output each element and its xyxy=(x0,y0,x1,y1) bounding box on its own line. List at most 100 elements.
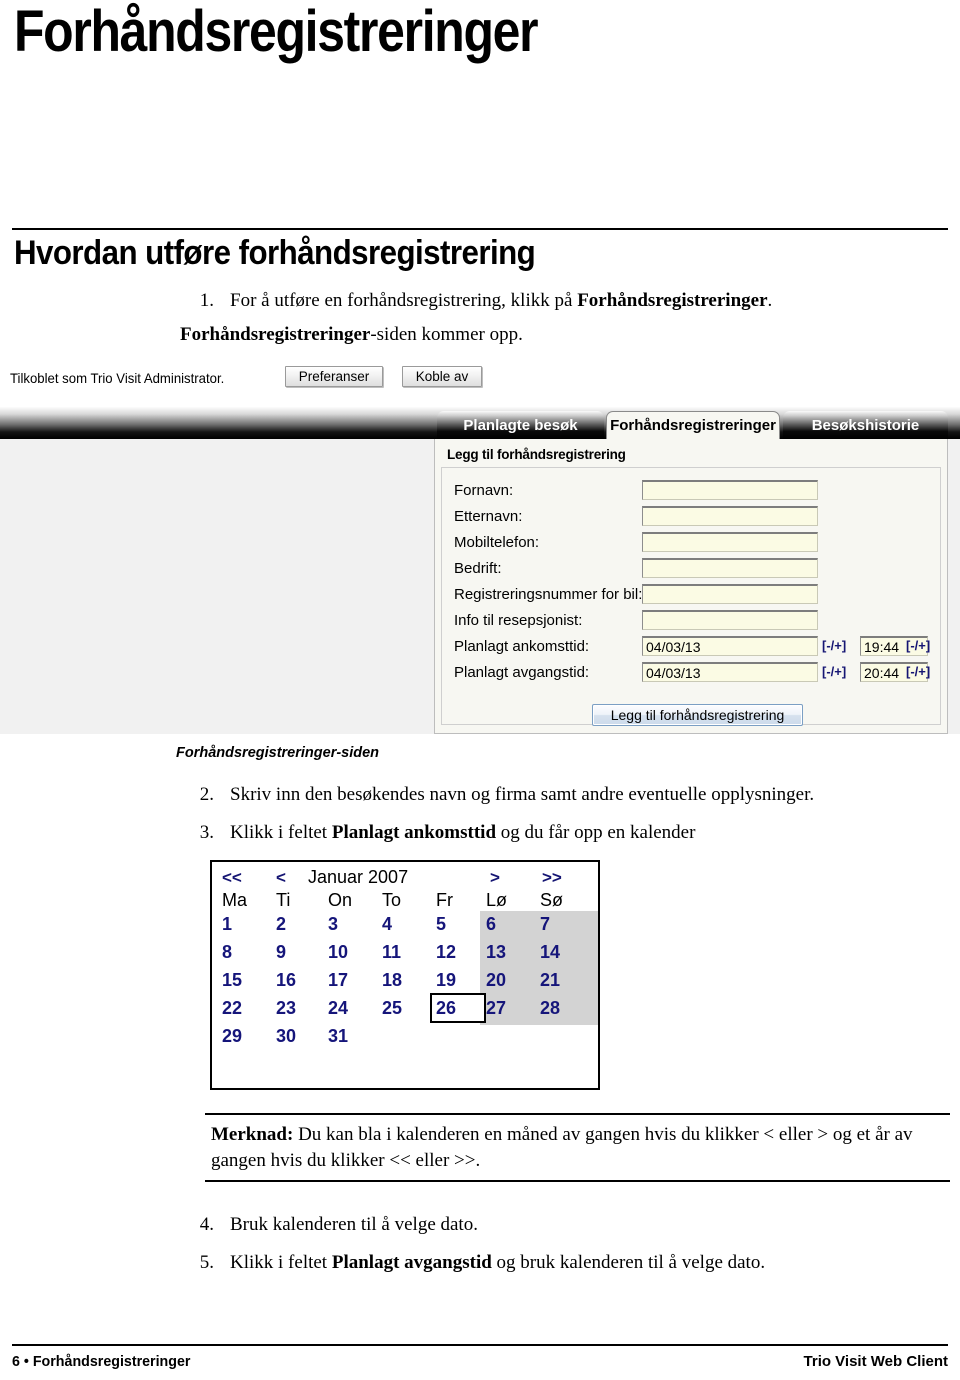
calendar-day[interactable]: 23 xyxy=(276,998,296,1019)
logout-button[interactable]: Koble av xyxy=(402,366,482,387)
tab-besokshistorie[interactable]: Besøkshistorie xyxy=(783,411,948,439)
spinner-ankomst-tid[interactable]: [-/+] xyxy=(906,638,930,653)
list-item-step-2: 2. Skriv inn den besøkendes navn og firm… xyxy=(180,782,920,808)
screenshot-caption: Forhåndsregistreringer-siden xyxy=(176,745,380,761)
label-fornavn: Fornavn: xyxy=(454,482,514,499)
input-info-resepsjonist[interactable] xyxy=(642,610,818,630)
calendar-day[interactable]: 2 xyxy=(276,914,286,935)
calendar-day[interactable]: 24 xyxy=(328,998,348,1019)
input-bedrift[interactable] xyxy=(642,558,818,578)
step-text-before: Klikk i feltet xyxy=(230,1252,332,1273)
list-item-step-4: 4. Bruk kalenderen til å velge dato. xyxy=(180,1212,920,1238)
form-row-ankomsttid: Planlagt ankomsttid: 04/03/13 [-/+] 19:4… xyxy=(442,636,940,661)
list-item-step-3: 3. Klikk i feltet Planlagt ankomsttid og… xyxy=(180,820,920,846)
application-screenshot: Tilkoblet som Trio Visit Administrator. … xyxy=(0,362,960,734)
input-ankomst-dato[interactable]: 04/03/13 xyxy=(642,636,818,656)
tab-bar: Planlagte besøk Forhåndsregistreringer B… xyxy=(0,407,960,439)
heading-divider xyxy=(12,228,948,230)
form-row-avgangstid: Planlagt avgangstid: 04/03/13 [-/+] 20:4… xyxy=(442,662,940,687)
calendar-day[interactable]: 16 xyxy=(276,970,296,991)
spinner-ankomst-dato[interactable]: [-/+] xyxy=(822,638,846,653)
calendar-day[interactable]: 11 xyxy=(382,942,401,963)
note-label: Merknad: xyxy=(211,1124,294,1145)
step-text-after: og bruk kalenderen til å velge dato. xyxy=(491,1252,766,1273)
panel-title: Legg til forhåndsregistrering xyxy=(447,447,626,462)
calendar-day[interactable]: 29 xyxy=(222,1026,242,1047)
form-row-regnummer: Registreringsnummer for bil: xyxy=(442,584,940,609)
calendar-day[interactable]: 3 xyxy=(328,914,338,935)
tab-forhandsregistreringer[interactable]: Forhåndsregistreringer xyxy=(606,411,780,439)
calendar-day[interactable]: 28 xyxy=(540,998,560,1019)
preferences-button[interactable]: Preferanser xyxy=(285,366,383,387)
step-text: For å utføre en forhåndsregistrering, kl… xyxy=(230,288,880,314)
note-box: Merknad: Du kan bla i kalenderen en måne… xyxy=(205,1113,950,1182)
step-number: 1. xyxy=(199,290,214,311)
step-number: 5. xyxy=(199,1252,214,1273)
step-text: Bruk kalenderen til å velge dato. xyxy=(230,1214,478,1235)
calendar-dayname-ti: Ti xyxy=(276,890,291,910)
calendar-day[interactable]: 21 xyxy=(540,970,560,991)
form-row-mobiltelefon: Mobiltelefon: xyxy=(442,532,940,557)
calendar-widget[interactable]: << < Januar 2007 > >> Ma Ti On To Fr Lø … xyxy=(210,860,600,1090)
footer-page-number: 6 xyxy=(12,1353,20,1370)
form-row-bedrift: Bedrift: xyxy=(442,558,940,583)
calendar-day[interactable]: 12 xyxy=(436,942,456,963)
note-text: Du kan bla i kalenderen en måned av gang… xyxy=(211,1124,913,1171)
calendar-day[interactable]: 25 xyxy=(382,998,402,1019)
calendar-day[interactable]: 31 xyxy=(328,1026,348,1047)
calendar-day[interactable]: 9 xyxy=(276,942,286,963)
calendar-day[interactable]: 6 xyxy=(486,914,496,935)
forhandsregistrering-panel: Legg til forhåndsregistrering Fornavn: E… xyxy=(434,439,948,734)
input-mobiltelefon[interactable] xyxy=(642,532,818,552)
page-title: Forhåndsregistreringer xyxy=(14,0,538,64)
label-regnummer: Registreringsnummer for bil: xyxy=(454,586,643,603)
label-mobiltelefon: Mobiltelefon: xyxy=(454,534,540,551)
calendar-day[interactable]: 4 xyxy=(382,914,392,935)
calendar-day[interactable]: 19 xyxy=(436,970,456,991)
step-text-bold: Planlagt avgangstid xyxy=(331,1252,492,1273)
calendar-day[interactable]: 5 xyxy=(436,914,446,935)
app-top-bar: Tilkoblet som Trio Visit Administrator. … xyxy=(0,362,960,398)
calendar-next-year-button[interactable]: >> xyxy=(542,868,562,888)
step-text-bold: Planlagt ankomsttid xyxy=(331,822,497,843)
tab-planlagte-besok[interactable]: Planlagte besøk xyxy=(437,411,604,439)
calendar-day[interactable]: 14 xyxy=(540,942,560,963)
calendar-day[interactable]: 15 xyxy=(222,970,242,991)
input-avgang-dato[interactable]: 04/03/13 xyxy=(642,662,818,682)
step-number: 2. xyxy=(199,784,214,805)
calendar-dayname-lo: Lø xyxy=(486,890,508,910)
calendar-day[interactable]: 7 xyxy=(540,914,550,935)
spinner-avgang-tid[interactable]: [-/+] xyxy=(906,664,930,679)
calendar-day[interactable]: 10 xyxy=(328,942,348,963)
input-regnummer[interactable] xyxy=(642,584,818,604)
calendar-day[interactable]: 18 xyxy=(382,970,402,991)
calendar-day[interactable]: 22 xyxy=(222,998,242,1019)
calendar-day[interactable]: 30 xyxy=(276,1026,296,1047)
calendar-grid: << < Januar 2007 > >> Ma Ti On To Fr Lø … xyxy=(212,862,598,1088)
input-etternavn[interactable] xyxy=(642,506,818,526)
calendar-next-month-button[interactable]: > xyxy=(490,868,500,888)
submit-registration-button[interactable]: Legg til forhåndsregistrering xyxy=(592,704,803,726)
calendar-day[interactable]: 13 xyxy=(486,942,506,963)
footer-right: Trio Visit Web Client xyxy=(803,1353,948,1370)
step-number: 4. xyxy=(199,1214,214,1235)
step-text: Klikk i feltet Planlagt ankomsttid og du… xyxy=(230,820,920,846)
spinner-avgang-dato[interactable]: [-/+] xyxy=(822,664,846,679)
label-info-resepsjonist: Info til resepsjonist: xyxy=(454,612,583,629)
calendar-day-selected[interactable]: 26 xyxy=(436,998,456,1019)
calendar-selected-day-box[interactable]: 26 xyxy=(430,993,486,1023)
calendar-day[interactable]: 27 xyxy=(486,998,506,1019)
label-etternavn: Etternavn: xyxy=(454,508,523,525)
footer-divider xyxy=(12,1344,948,1346)
footer-chapter-title: Forhåndsregistreringer xyxy=(32,1353,191,1370)
calendar-day[interactable]: 1 xyxy=(222,914,232,935)
calendar-day[interactable]: 8 xyxy=(222,942,232,963)
calendar-prev-month-button[interactable]: < xyxy=(276,868,286,888)
input-fornavn[interactable] xyxy=(642,480,818,500)
calendar-day[interactable]: 20 xyxy=(486,970,506,991)
footer-left: 6 • Forhåndsregistreringer xyxy=(12,1353,190,1370)
calendar-day[interactable]: 17 xyxy=(328,970,348,991)
calendar-prev-year-button[interactable]: << xyxy=(222,868,242,888)
step-text-bold: Forhåndsregistreringer xyxy=(577,290,768,311)
step-text: Klikk i feltet Planlagt avgangstid og br… xyxy=(230,1250,920,1276)
